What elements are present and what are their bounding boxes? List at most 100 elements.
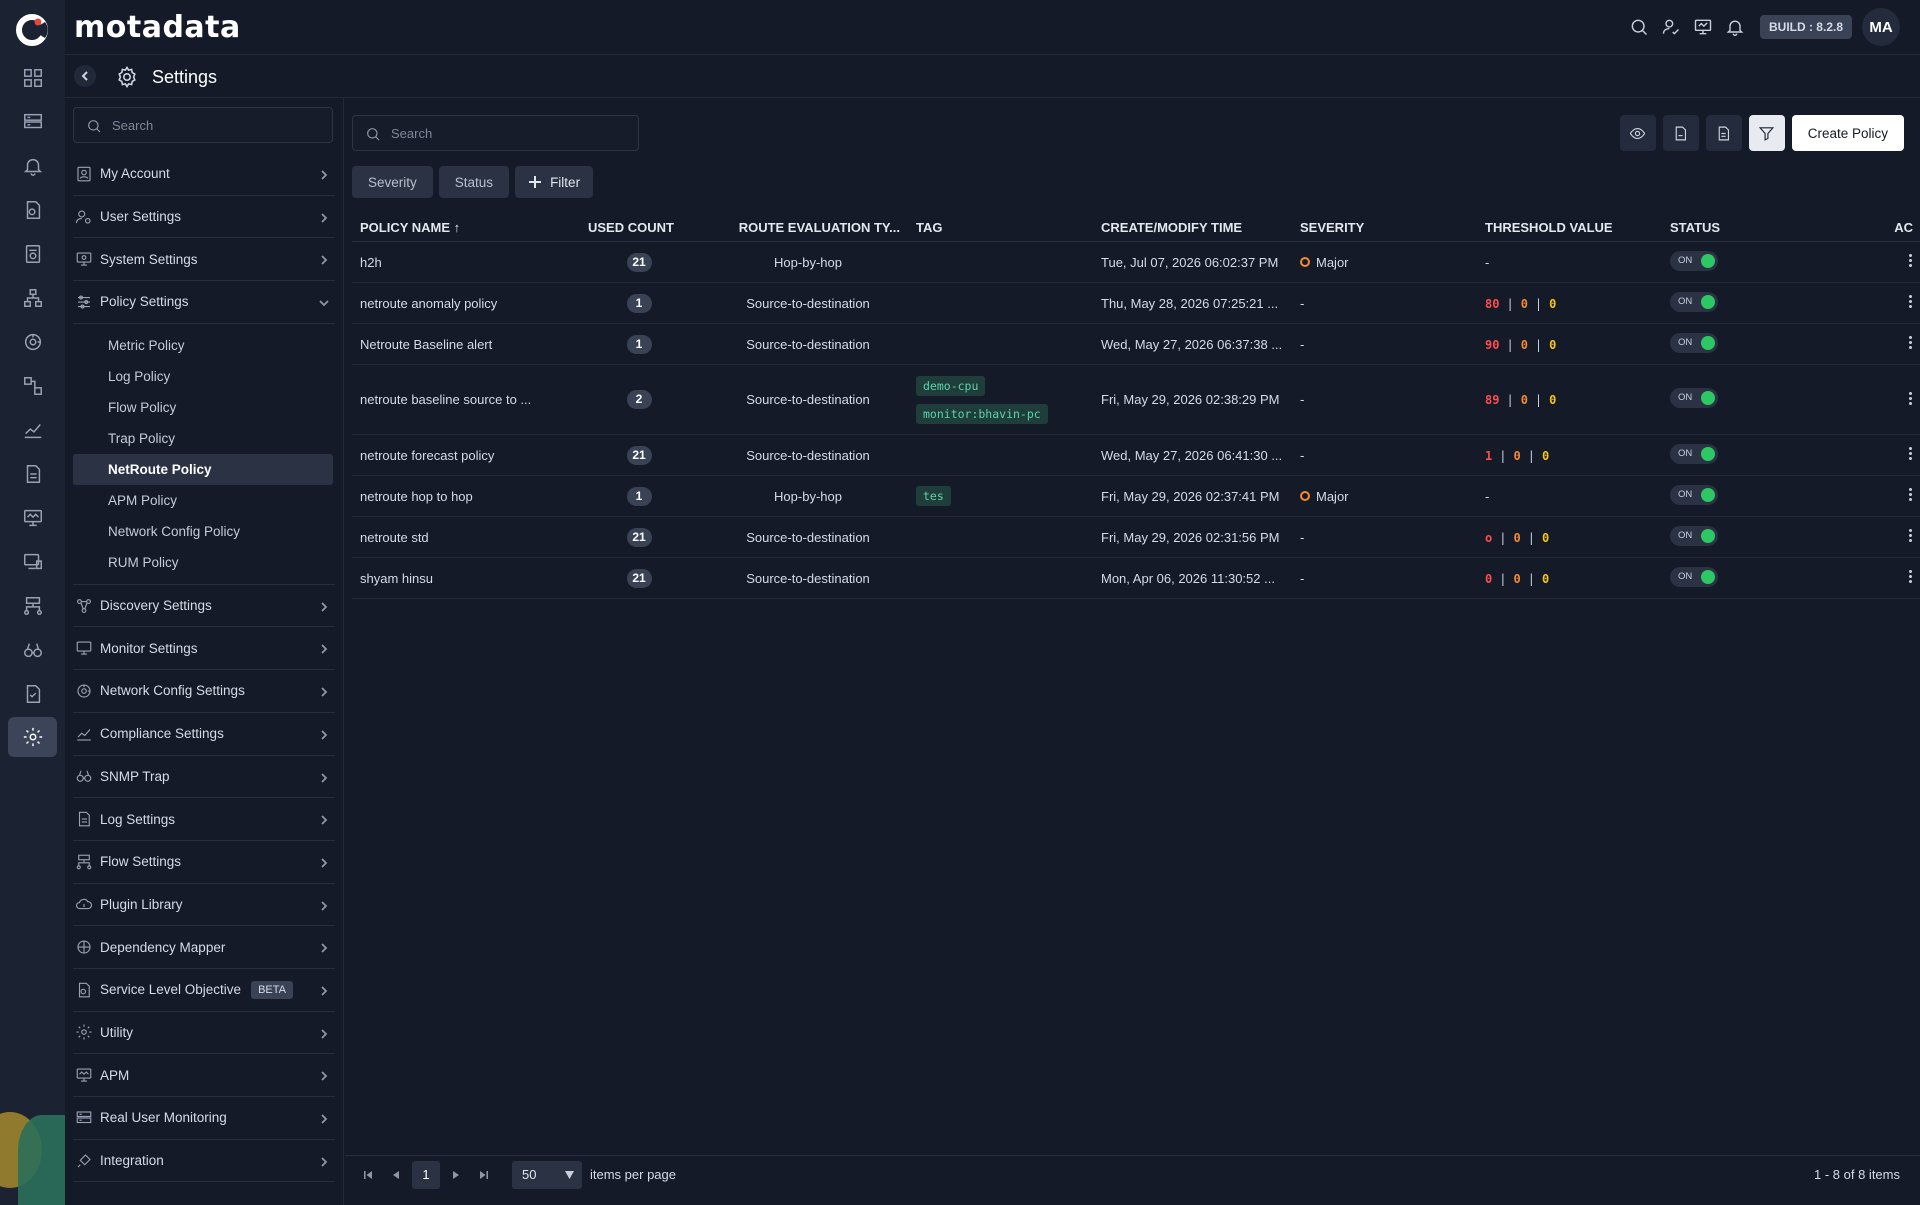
user-check-icon[interactable] — [1660, 16, 1682, 38]
netroute-icon[interactable] — [8, 322, 57, 362]
audit-icon[interactable] — [8, 674, 57, 714]
submenu-item-log-policy[interactable]: Log Policy — [73, 361, 333, 392]
policy-doc-icon[interactable] — [8, 190, 57, 230]
screen-icon[interactable] — [1692, 16, 1714, 38]
policy-name[interactable]: h2h — [352, 255, 578, 270]
submenu-item-netroute-policy[interactable]: NetRoute Policy — [73, 453, 333, 485]
sidebar-item-discovery-settings[interactable]: Discovery Settings — [73, 585, 335, 628]
last-page-icon[interactable] — [470, 1161, 498, 1189]
apm-icon[interactable] — [8, 498, 57, 538]
table-row[interactable]: netroute anomaly policy 1 Source-to-destin… — [352, 283, 1920, 324]
notification-bell-icon[interactable] — [1724, 16, 1746, 38]
monitor-icon[interactable] — [8, 542, 57, 582]
more-vertical-icon[interactable] — [1909, 445, 1913, 462]
submenu-item-trap-policy[interactable]: Trap Policy — [73, 423, 333, 454]
policy-name[interactable]: netroute hop to hop — [352, 489, 578, 504]
severity-filter-chip[interactable]: Severity — [352, 166, 433, 198]
more-vertical-icon[interactable] — [1909, 293, 1913, 310]
sidebar-item-utility[interactable]: Utility — [73, 1012, 335, 1055]
sidebar-item-compliance-settings[interactable]: Compliance Settings — [73, 713, 335, 756]
col-create-modify-time[interactable]: CREATE/MODIFY TIME — [1101, 220, 1300, 235]
more-vertical-icon[interactable] — [1909, 486, 1913, 503]
sidebar-item-policy-settings[interactable]: Policy Settings — [73, 281, 335, 324]
table-row[interactable]: h2h 21 Hop-by-hop Tue, Jul 07, 2026 06:02:3… — [352, 242, 1920, 283]
col-policy-name[interactable]: POLICY NAME ↑ — [352, 220, 578, 235]
col-used-count[interactable]: USED COUNT — [578, 220, 700, 235]
col-threshold-value[interactable]: THRESHOLD VALUE — [1485, 220, 1670, 235]
topology-icon[interactable] — [8, 278, 57, 318]
log-icon[interactable] — [8, 454, 57, 494]
next-page-icon[interactable] — [442, 1161, 470, 1189]
sidebar-item-log-settings[interactable]: Log Settings — [73, 798, 335, 841]
table-row[interactable]: netroute forecast policy 21 Source-to-dest… — [352, 435, 1920, 476]
submenu-item-apm-policy[interactable]: APM Policy — [73, 485, 333, 516]
col-route-evaluation[interactable]: ROUTE EVALUATION TY... — [700, 220, 916, 235]
export-csv-button[interactable] — [1705, 115, 1742, 151]
sidebar-search-input[interactable] — [112, 108, 322, 142]
first-page-icon[interactable] — [354, 1161, 382, 1189]
more-vertical-icon[interactable] — [1909, 568, 1913, 585]
submenu-item-flow-policy[interactable]: Flow Policy — [73, 392, 333, 423]
more-vertical-icon[interactable] — [1909, 527, 1913, 544]
sidebar-item-user-settings[interactable]: User Settings — [73, 196, 335, 239]
add-filter-button[interactable]: Filter — [515, 166, 594, 198]
more-vertical-icon[interactable] — [1909, 334, 1913, 351]
submenu-item-network-config-policy[interactable]: Network Config Policy — [73, 516, 333, 547]
sidebar-item-snmp-trap[interactable]: SNMP Trap — [73, 756, 335, 799]
policy-search-input[interactable] — [391, 116, 631, 150]
policy-name[interactable]: netroute baseline source to ... — [352, 392, 578, 407]
filter-toggle-button[interactable] — [1748, 115, 1785, 151]
back-button[interactable] — [74, 65, 96, 87]
policy-name[interactable]: netroute std — [352, 530, 578, 545]
sidebar-item-real-user-monitoring[interactable]: Real User Monitoring — [73, 1097, 335, 1140]
dashboard-icon[interactable] — [8, 58, 57, 98]
status-toggle[interactable]: ON — [1670, 250, 1718, 271]
submenu-item-metric-policy[interactable]: Metric Policy — [73, 330, 333, 361]
more-vertical-icon[interactable] — [1909, 252, 1913, 269]
sidebar-item-my-account[interactable]: My Account — [73, 153, 335, 196]
inventory-icon[interactable] — [8, 102, 57, 142]
sidebar-item-plugin-library[interactable]: Plugin Library — [73, 884, 335, 927]
col-status[interactable]: STATUS — [1670, 220, 1870, 235]
submenu-item-rum-policy[interactable]: RUM Policy — [73, 547, 333, 578]
policy-name[interactable]: shyam hinsu — [352, 571, 578, 586]
search-icon[interactable] — [1628, 16, 1650, 38]
settings-icon[interactable] — [8, 717, 57, 757]
table-row[interactable]: netroute hop to hop 1 Hop-by-hop tes Fri, Ma… — [352, 476, 1920, 517]
policy-name[interactable]: netroute forecast policy — [352, 448, 578, 463]
current-page[interactable]: 1 — [412, 1160, 440, 1189]
create-policy-button[interactable]: Create Policy — [1791, 115, 1904, 151]
status-toggle[interactable]: ON — [1670, 566, 1718, 587]
more-vertical-icon[interactable] — [1909, 390, 1913, 407]
reports-icon[interactable] — [8, 234, 57, 274]
metrics-icon[interactable] — [8, 410, 57, 450]
page-size-select[interactable]: 50 — [512, 1160, 582, 1189]
status-filter-chip[interactable]: Status — [438, 166, 510, 198]
prev-page-icon[interactable] — [382, 1161, 410, 1189]
sidebar-item-monitor-settings[interactable]: Monitor Settings — [73, 627, 335, 671]
sidebar-item-flow-settings[interactable]: Flow Settings — [73, 841, 335, 884]
user-avatar[interactable]: MA — [1862, 8, 1900, 46]
status-toggle[interactable]: ON — [1670, 332, 1718, 353]
alerts-icon[interactable] — [8, 146, 57, 186]
status-toggle[interactable]: ON — [1670, 388, 1718, 408]
policy-name[interactable]: netroute anomaly policy — [352, 296, 578, 311]
sidebar-item-system-settings[interactable]: System Settings — [73, 238, 335, 282]
col-severity[interactable]: SEVERITY — [1300, 220, 1485, 235]
binoculars-icon[interactable] — [8, 630, 57, 670]
status-toggle[interactable]: ON — [1670, 443, 1718, 464]
table-row[interactable]: netroute std 21 Source-to-destination Fri, … — [352, 517, 1920, 558]
status-toggle[interactable]: ON — [1670, 291, 1718, 312]
sidebar-item-network-config-settings[interactable]: Network Config Settings — [73, 670, 335, 713]
sidebar-item-integration[interactable]: Integration — [73, 1140, 335, 1183]
table-row[interactable]: shyam hinsu 21 Source-to-destination Mon, A… — [352, 558, 1920, 599]
table-row[interactable]: Netroute Baseline alert 1 Source-to-destin… — [352, 324, 1920, 365]
table-row[interactable]: netroute baseline source to ... 2 Source-t… — [352, 365, 1920, 435]
sidebar-item-dependency-mapper[interactable]: Dependency Mapper — [73, 926, 335, 969]
sidebar-item-apm[interactable]: APM — [73, 1054, 335, 1097]
network-icon[interactable] — [8, 586, 57, 626]
policy-name[interactable]: Netroute Baseline alert — [352, 337, 578, 352]
col-tag[interactable]: TAG — [916, 220, 1101, 235]
status-toggle[interactable]: ON — [1670, 525, 1718, 546]
sidebar-item-service-level-objective[interactable]: Service Level Objective BETA — [73, 969, 335, 1012]
